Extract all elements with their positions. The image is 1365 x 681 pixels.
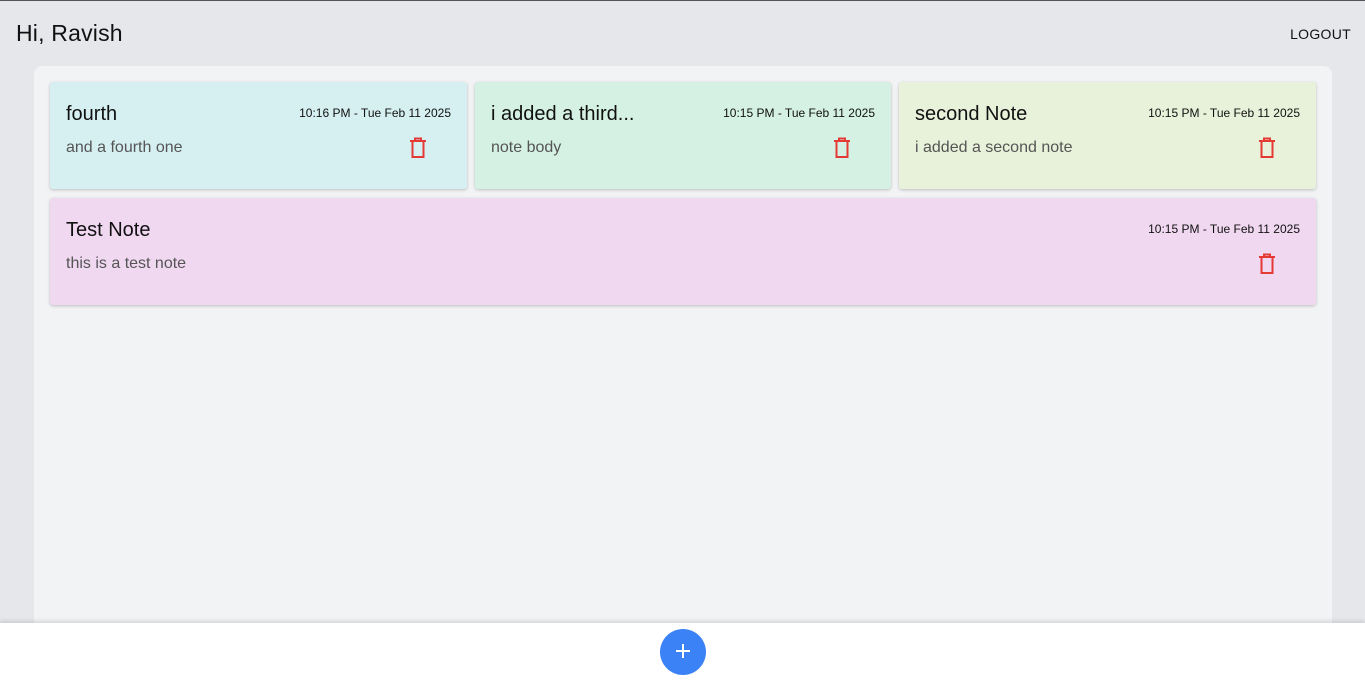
trash-icon[interactable]	[1258, 137, 1276, 159]
note-title: fourth	[66, 103, 118, 125]
notes-board: fourth 10:16 PM - Tue Feb 11 2025 and a …	[34, 66, 1332, 636]
logout-button[interactable]: LOGOUT	[1290, 26, 1351, 42]
greeting-title: Hi, Ravish	[16, 20, 123, 46]
app-window: Hi, Ravish LOGOUT fourth 10:16 PM - Tue …	[0, 0, 1365, 681]
add-note-button[interactable]	[660, 629, 706, 675]
plus-icon	[675, 643, 691, 662]
note-timestamp: 10:15 PM - Tue Feb 11 2025	[1148, 106, 1300, 120]
note-body: this is a test note	[66, 255, 187, 272]
trash-icon[interactable]	[1258, 253, 1276, 275]
note-timestamp: 10:15 PM - Tue Feb 11 2025	[723, 106, 875, 120]
note-timestamp: 10:15 PM - Tue Feb 11 2025	[1148, 222, 1300, 236]
note-timestamp: 10:16 PM - Tue Feb 11 2025	[299, 106, 451, 120]
note-title: second Note	[915, 103, 1028, 125]
note-card[interactable]: fourth 10:16 PM - Tue Feb 11 2025 and a …	[50, 82, 467, 189]
note-body: note body	[491, 139, 562, 156]
note-body: i added a second note	[915, 139, 1073, 156]
trash-icon[interactable]	[409, 137, 427, 159]
trash-icon[interactable]	[833, 137, 851, 159]
note-body: and a fourth one	[66, 139, 183, 156]
note-title: i added a third...	[491, 103, 635, 125]
note-card[interactable]: Test Note 10:15 PM - Tue Feb 11 2025 thi…	[50, 198, 1316, 305]
note-card[interactable]: second Note 10:15 PM - Tue Feb 11 2025 i…	[899, 82, 1316, 189]
note-card[interactable]: i added a third... 10:15 PM - Tue Feb 11…	[475, 82, 891, 189]
note-title: Test Note	[66, 219, 151, 241]
